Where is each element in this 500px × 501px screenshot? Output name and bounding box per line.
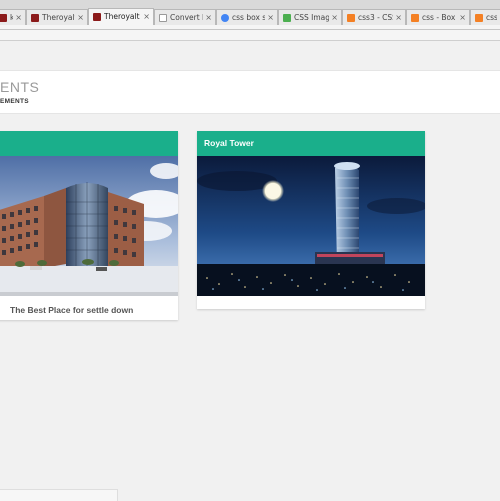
tab-title: Convert H (170, 13, 203, 22)
property-card[interactable]: The Best Place for settle down (0, 131, 178, 320)
card-caption: The Best Place for settle down (10, 305, 134, 315)
card-title: Royal Tower (204, 138, 254, 148)
night-tower-image (197, 156, 425, 296)
browser-tab[interactable]: Theroyalt × (26, 9, 88, 25)
close-icon[interactable]: × (331, 10, 338, 25)
close-icon[interactable]: × (267, 10, 274, 25)
stackoverflow-icon (475, 14, 483, 22)
browser-tab[interactable]: CSS Images × (278, 9, 342, 25)
browser-tab-strip: ktr × Theroyalt × Theroyalt × Convert H … (0, 0, 500, 25)
site-favicon-icon (31, 14, 39, 22)
close-icon[interactable]: × (205, 10, 212, 25)
tab-title: css box sh (232, 13, 265, 22)
tab-title: Theroyalt (104, 12, 140, 21)
tab-title: css - Box s (422, 13, 457, 22)
browser-tab-active[interactable]: Theroyalt × (88, 8, 154, 25)
stackoverflow-icon (411, 14, 419, 22)
close-icon[interactable]: × (459, 10, 466, 25)
site-favicon-icon (93, 13, 101, 21)
browser-tab[interactable]: css (470, 9, 500, 25)
browser-tab[interactable]: css3 - CSS × (342, 9, 406, 25)
w3schools-icon (283, 14, 291, 22)
tab-title: CSS Images (294, 13, 329, 22)
close-icon[interactable]: × (15, 10, 22, 25)
browser-tab[interactable]: ktr × (0, 9, 26, 25)
document-icon (159, 14, 167, 22)
tab-title: ktr (10, 10, 13, 25)
card-header: Royal Tower (197, 131, 425, 156)
address-bar[interactable] (0, 29, 500, 30)
browser-tab[interactable]: css box sh × (216, 9, 278, 25)
close-icon[interactable]: × (77, 10, 84, 25)
browser-tab[interactable]: css - Box s × (406, 9, 470, 25)
close-icon[interactable]: × (395, 10, 402, 25)
apartment-building-image (0, 156, 178, 296)
tab-title: css3 - CSS (358, 13, 393, 22)
browser-toolbar (0, 25, 500, 41)
tab-title: css (486, 13, 497, 22)
tab-title: Theroyalt (42, 13, 75, 22)
close-icon[interactable]: × (143, 9, 150, 24)
stackoverflow-icon (347, 14, 355, 22)
site-favicon-icon (0, 14, 7, 22)
page-header: ENTS EMENTS (0, 70, 500, 114)
card-header (0, 131, 178, 156)
page-title: ENTS (0, 79, 40, 95)
status-bar-fragment (0, 489, 118, 501)
property-card[interactable]: Royal Tower (197, 131, 425, 309)
breadcrumb: EMENTS (0, 98, 29, 105)
browser-tab[interactable]: Convert H × (154, 9, 216, 25)
google-icon (221, 14, 229, 22)
